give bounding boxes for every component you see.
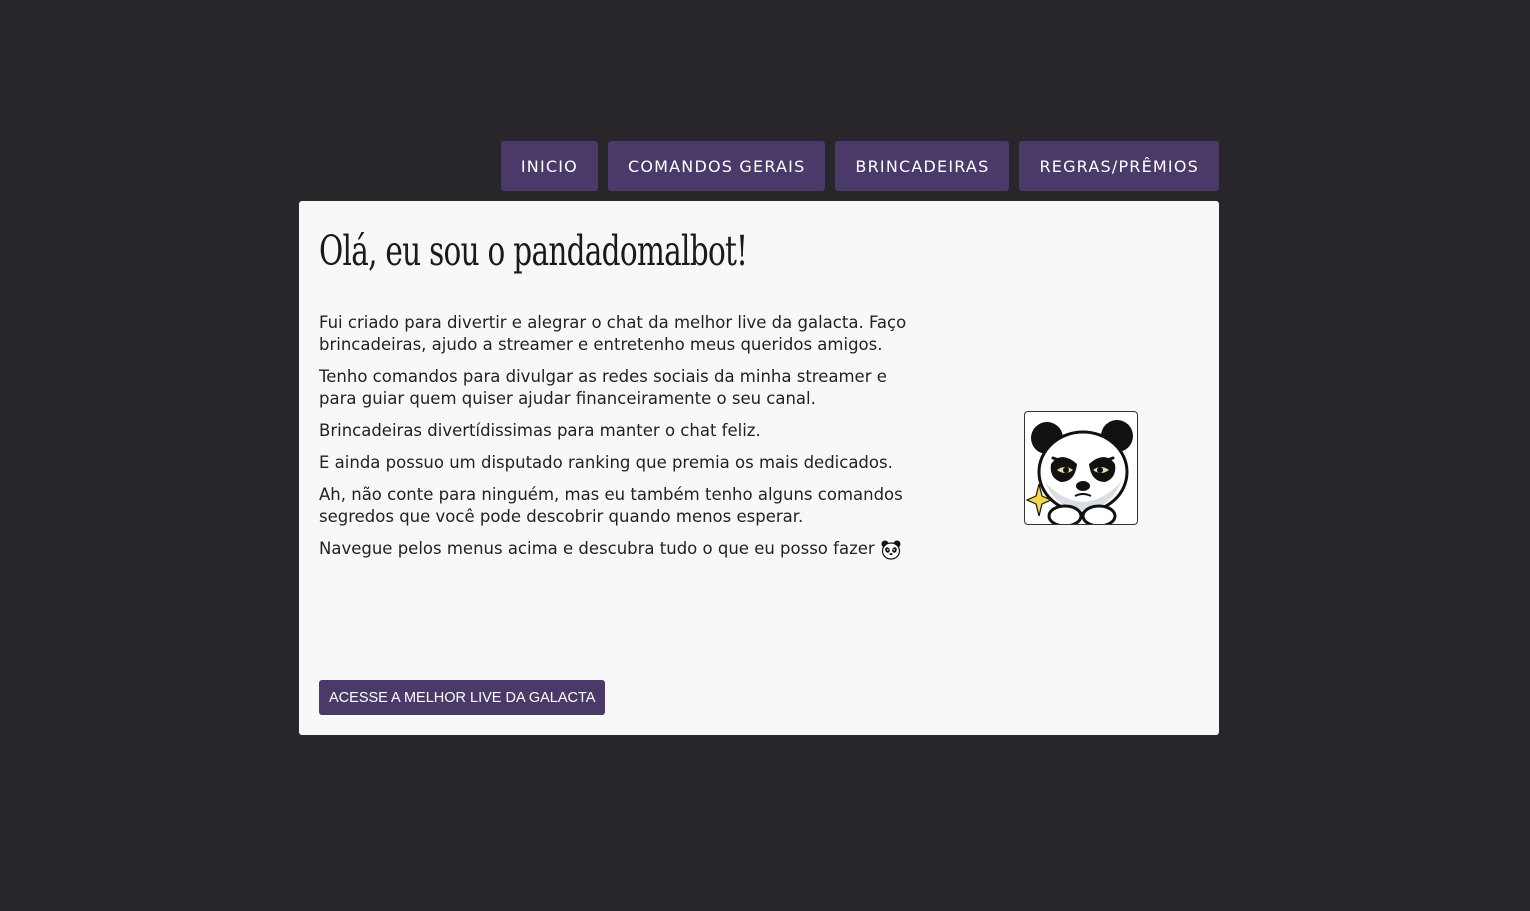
paragraph-last-text: Navegue pelos menus acima e descubra tud… [319,539,875,558]
main-nav: INICIO COMANDOS GERAIS BRINCADEIRAS REGR… [460,141,1219,191]
paragraph: Ah, não conte para ninguém, mas eu també… [319,485,903,526]
paragraph: Brincadeiras divertídissimas para manter… [319,421,761,440]
nav-brincadeiras[interactable]: BRINCADEIRAS [835,141,1010,191]
paragraph-last: Navegue pelos menus acima e descubra tud… [319,538,929,561]
panda-avatar-icon [1024,411,1138,525]
paragraph: E ainda possuo um disputado ranking que … [319,453,893,472]
panda-face-icon [880,539,902,561]
page-title: Olá, eu sou o pandadomalbot! [319,227,748,275]
nav-inicio[interactable]: INICIO [500,141,598,191]
intro-text: Fui criado para divertir e alegrar o cha… [319,312,929,571]
paragraph: Fui criado para divertir e alegrar o cha… [319,313,907,354]
watch-live-button[interactable]: ACESSE A MELHOR LIVE DA GALACTA [319,680,606,715]
nav-comandos-gerais[interactable]: COMANDOS GERAIS [607,141,826,191]
paragraph: Tenho comandos para divulgar as redes so… [319,367,887,408]
content-card: Olá, eu sou o pandadomalbot! Fui criado … [299,201,1219,735]
nav-regras-premios[interactable]: REGRAS/PRÊMIOS [1019,141,1219,191]
